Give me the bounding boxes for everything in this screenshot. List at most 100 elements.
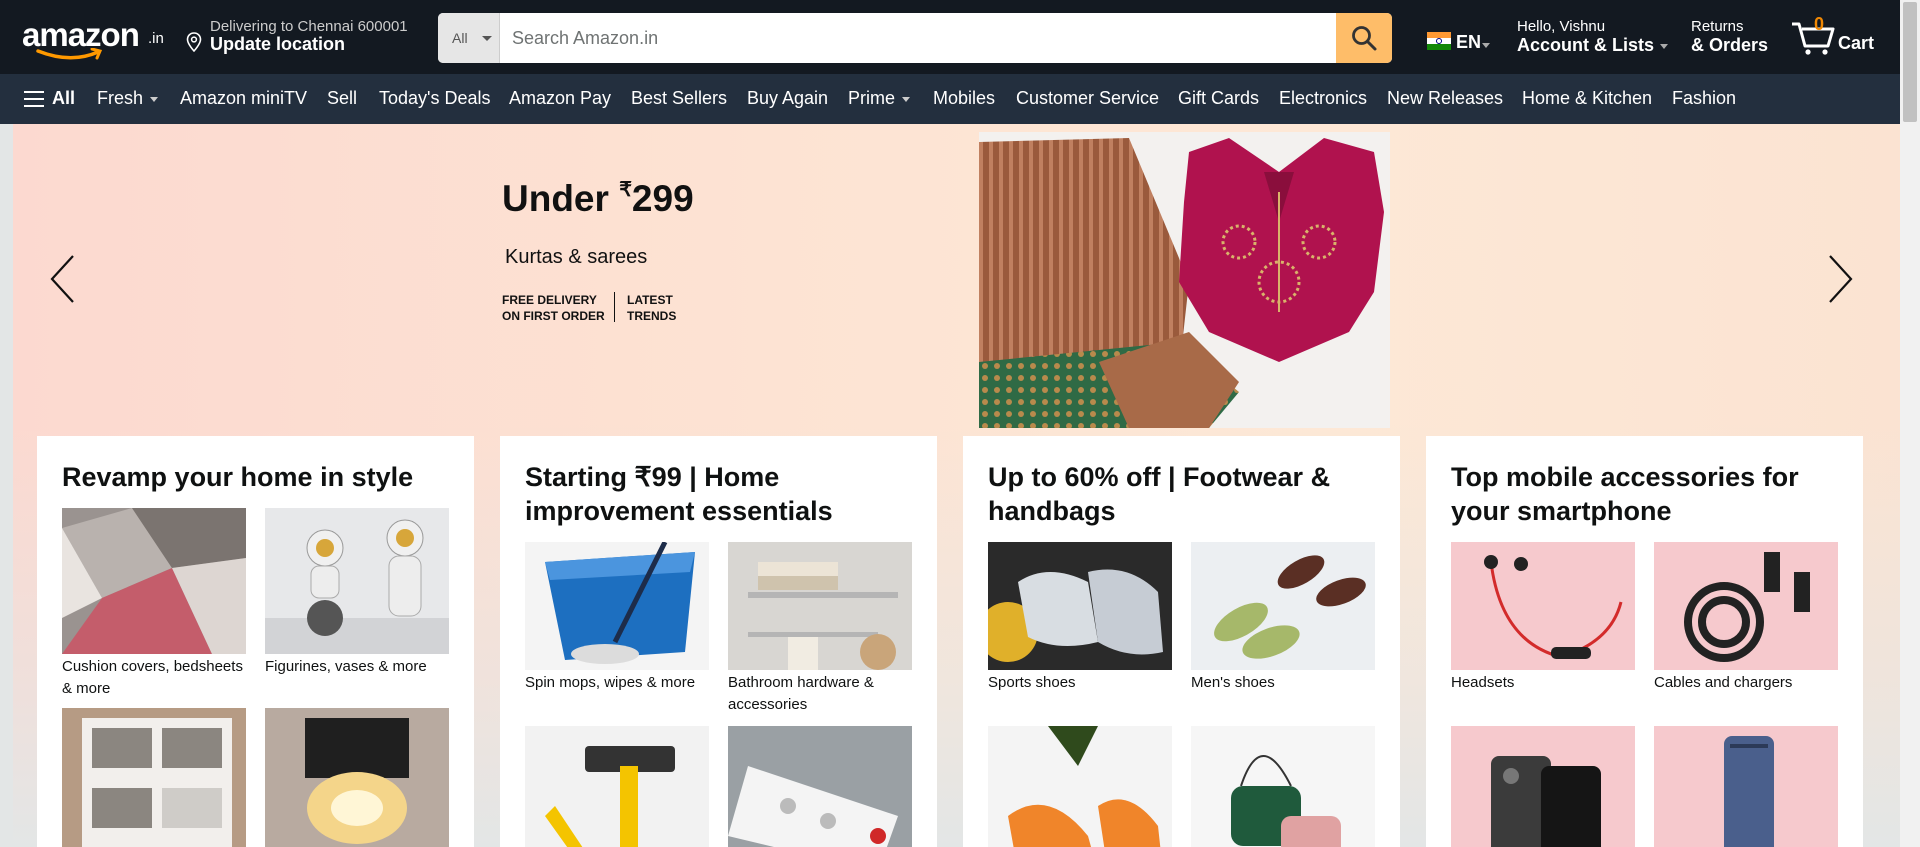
tile-extension-board[interactable] xyxy=(728,726,912,847)
account-greeting: Hello, Vishnu xyxy=(1517,18,1606,35)
tile-bathroom-hardware[interactable]: Bathroom hardware & accessories xyxy=(728,542,912,716)
nav-item-gift-cards[interactable]: Gift Cards xyxy=(1178,88,1259,109)
amazon-logo[interactable]: amazon .in xyxy=(20,14,168,62)
returns-orders[interactable]: Returns & Orders xyxy=(1691,18,1768,56)
delivery-location[interactable]: Delivering to Chennai 600001 Update loca… xyxy=(186,18,426,58)
nav-item-fresh[interactable]: Fresh xyxy=(97,88,159,109)
scrollbar-thumb[interactable] xyxy=(1903,2,1917,122)
nav-item-minitv[interactable]: Amazon miniTV xyxy=(180,88,307,109)
chevron-down-icon xyxy=(1660,43,1669,49)
tile-image xyxy=(265,708,449,847)
tile-sports-shoes[interactable]: Sports shoes xyxy=(988,542,1172,694)
hero-subtitle: Kurtas & sarees xyxy=(505,246,648,268)
chevron-down-icon xyxy=(1482,43,1490,48)
tile-image xyxy=(728,542,912,670)
tile-power-banks[interactable] xyxy=(1654,726,1838,847)
nav-item-new-releases[interactable]: New Releases xyxy=(1387,88,1503,109)
tile-image xyxy=(265,508,449,654)
cart-button[interactable]: 0 Cart xyxy=(1790,14,1890,60)
location-line1: Delivering to Chennai 600001 xyxy=(210,18,408,35)
search-button[interactable] xyxy=(1336,13,1392,63)
tile-label: Headsets xyxy=(1451,674,1515,691)
search-category-dropdown[interactable]: All xyxy=(438,13,500,63)
tile-headsets[interactable]: Headsets xyxy=(1451,542,1635,694)
tile-image xyxy=(1191,726,1375,847)
tile-image xyxy=(525,542,709,670)
location-pin-icon xyxy=(186,32,202,52)
hero-price: 299 xyxy=(631,178,694,219)
hero-divider xyxy=(614,292,615,322)
logo-suffix: .in xyxy=(148,30,164,47)
nav-item-buy-again[interactable]: Buy Again xyxy=(747,88,828,109)
cart-count: 0 xyxy=(1814,14,1825,34)
top-header: amazon .in Delivering to Chennai 600001 … xyxy=(0,0,1900,74)
carousel-next-icon[interactable] xyxy=(1826,252,1856,306)
nav-item-prime[interactable]: Prime xyxy=(848,88,911,109)
tile-phone-cases[interactable] xyxy=(1451,726,1635,847)
card-title: Top mobile accessories for your smartpho… xyxy=(1451,462,1799,526)
tile-cushion-covers[interactable]: Cushion covers, bedsheets & more xyxy=(62,508,246,700)
tile-mens-shoes[interactable]: Men's shoes xyxy=(1191,542,1375,694)
card-home-style: Revamp your home in style Cushion covers… xyxy=(37,436,474,847)
tile-heels[interactable] xyxy=(988,726,1172,847)
nav-item-label: Fresh xyxy=(97,88,144,108)
search-input[interactable] xyxy=(500,13,1328,63)
card-title: Up to 60% off | Footwear & handbags xyxy=(988,462,1331,526)
nav-item-fashion[interactable]: Fashion xyxy=(1672,88,1736,109)
tile-image xyxy=(1654,542,1838,670)
tile-image xyxy=(1451,542,1635,670)
nav-item-sell[interactable]: Sell xyxy=(327,88,357,109)
tile-cables[interactable]: Cables and chargers xyxy=(1654,542,1838,694)
account-lists[interactable]: Hello, Vishnu Account & Lists xyxy=(1517,18,1669,58)
language-selector[interactable]: EN xyxy=(1425,24,1495,54)
chevron-down-icon xyxy=(902,96,911,102)
tile-image xyxy=(525,726,709,847)
card-title: Revamp your home in style xyxy=(62,462,414,492)
tile-image xyxy=(1191,542,1375,670)
page-scrollbar[interactable] xyxy=(1900,0,1920,847)
carousel-prev-icon[interactable] xyxy=(47,252,77,306)
location-line2: Update location xyxy=(210,34,346,54)
nav-item-electronics[interactable]: Electronics xyxy=(1279,88,1367,109)
nav-item-home-kitchen[interactable]: Home & Kitchen xyxy=(1522,88,1652,109)
tile-image xyxy=(988,726,1172,847)
hero-feature-trends: LATEST TRENDS xyxy=(627,292,676,324)
all-menu-button[interactable]: All xyxy=(24,88,75,109)
tile-storage[interactable] xyxy=(62,708,246,847)
tile-image xyxy=(1654,726,1838,847)
tile-image xyxy=(988,542,1172,670)
nav-item-amazon-pay[interactable]: Amazon Pay xyxy=(509,88,611,109)
chevron-down-icon xyxy=(150,96,159,102)
search-bar: All xyxy=(438,13,1392,63)
tile-image xyxy=(62,508,246,654)
nav-item-best-sellers[interactable]: Best Sellers xyxy=(631,88,727,109)
hero-feature-delivery: FREE DELIVERY ON FIRST ORDER xyxy=(502,292,605,324)
tile-label: Spin mops, wipes & more xyxy=(525,674,696,691)
tile-image xyxy=(728,726,912,847)
hero-feature1-line2: ON FIRST ORDER xyxy=(502,309,605,323)
tile-label: Cables and chargers xyxy=(1654,674,1793,691)
language-code: EN xyxy=(1456,32,1482,52)
search-icon xyxy=(1352,26,1377,51)
hero-feature2-line2: TRENDS xyxy=(627,309,677,323)
tile-handbags[interactable] xyxy=(1191,726,1375,847)
returns-line2: & Orders xyxy=(1691,35,1769,55)
tile-image xyxy=(1451,726,1635,847)
hero-currency: ₹ xyxy=(619,178,632,201)
tile-spin-mops[interactable]: Spin mops, wipes & more xyxy=(525,542,709,694)
tile-label: Figurines, vases & more xyxy=(265,658,427,675)
chevron-down-icon xyxy=(482,36,492,41)
nav-item-customer-service[interactable]: Customer Service xyxy=(1016,88,1159,109)
cart-icon xyxy=(1792,22,1835,55)
hero-product-image[interactable] xyxy=(979,132,1390,428)
nav-item-todays-deals[interactable]: Today's Deals xyxy=(379,88,491,109)
returns-line1: Returns xyxy=(1691,18,1744,35)
tile-tools[interactable] xyxy=(525,726,709,847)
tile-figurines[interactable]: Figurines, vases & more xyxy=(265,508,449,678)
nav-item-mobiles[interactable]: Mobiles xyxy=(933,88,995,109)
card-title: Starting ₹99 | Home improvement essentia… xyxy=(525,462,833,526)
nav-item-label: Prime xyxy=(848,88,896,108)
hero-feature1-line1: FREE DELIVERY xyxy=(502,293,597,307)
search-category-label: All xyxy=(452,30,468,46)
tile-wall-lamp[interactable] xyxy=(265,708,449,847)
